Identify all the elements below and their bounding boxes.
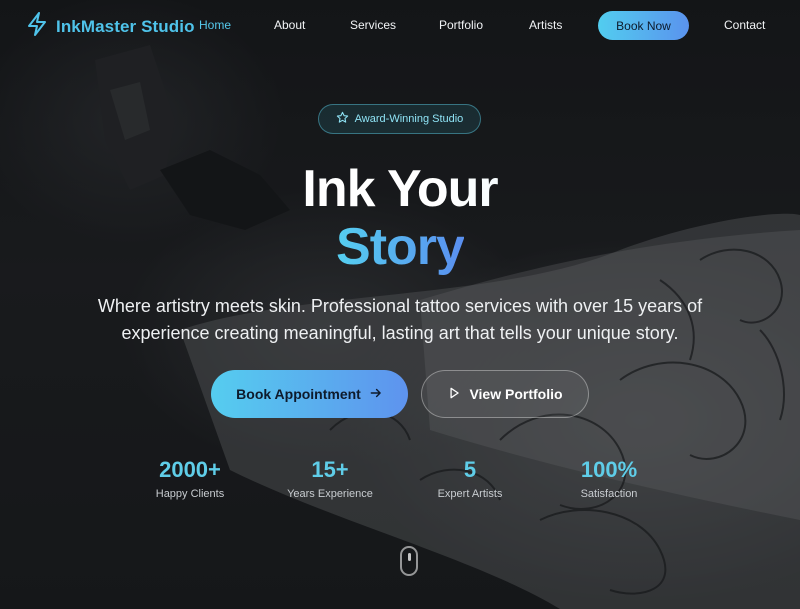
stat-label: Satisfaction bbox=[580, 488, 638, 500]
hero-title-line2: Story bbox=[0, 218, 800, 276]
stat-label: Expert Artists bbox=[437, 488, 503, 500]
hero-title-line1: Ink Your bbox=[0, 160, 800, 218]
nav-link-about[interactable]: About bbox=[274, 18, 305, 32]
book-now-button[interactable]: Book Now bbox=[598, 11, 689, 40]
nav-link-home[interactable]: Home bbox=[199, 18, 231, 32]
view-portfolio-label: View Portfolio bbox=[469, 386, 563, 402]
star-icon bbox=[336, 111, 349, 127]
arrow-right-icon bbox=[369, 386, 383, 403]
stat-expert-artists: 5 Expert Artists bbox=[400, 456, 540, 500]
stat-satisfaction: 100% Satisfaction bbox=[539, 456, 679, 500]
brand-name: InkMaster Studio bbox=[56, 16, 195, 36]
stat-value: 100% bbox=[580, 457, 638, 482]
nav-link-contact[interactable]: Contact bbox=[724, 18, 765, 32]
brand-logo[interactable]: InkMaster Studio bbox=[26, 12, 195, 41]
hero-subtitle: Where artistry meets skin. Professional … bbox=[97, 296, 703, 343]
badge-label: Award-Winning Studio bbox=[354, 113, 464, 125]
nav-link-artists[interactable]: Artists bbox=[529, 18, 562, 32]
stat-value: 2000+ bbox=[159, 457, 221, 482]
book-appointment-label: Book Appointment bbox=[236, 386, 361, 402]
lightning-bolt-icon bbox=[26, 12, 48, 41]
stat-value: 15+ bbox=[311, 457, 349, 482]
stat-happy-clients: 2000+ Happy Clients bbox=[120, 456, 260, 500]
stat-label: Happy Clients bbox=[155, 488, 225, 500]
top-navigation: InkMaster Studio Home About Services Por… bbox=[0, 0, 800, 50]
nav-link-portfolio[interactable]: Portfolio bbox=[439, 18, 483, 32]
view-portfolio-button[interactable]: View Portfolio bbox=[421, 370, 589, 418]
hero-section: InkMaster Studio Home About Services Por… bbox=[0, 0, 800, 609]
stat-value: 5 bbox=[463, 457, 477, 482]
scroll-mouse-icon[interactable] bbox=[400, 546, 418, 576]
book-appointment-button[interactable]: Book Appointment bbox=[211, 370, 408, 418]
play-icon bbox=[447, 386, 461, 403]
stat-years-experience: 15+ Years Experience bbox=[260, 456, 400, 500]
stat-label: Years Experience bbox=[287, 488, 373, 500]
nav-link-services[interactable]: Services bbox=[350, 18, 396, 32]
hero-title-highlight: Story bbox=[336, 218, 465, 276]
award-badge: Award-Winning Studio bbox=[318, 104, 481, 134]
scroll-wheel-dot bbox=[408, 553, 411, 561]
